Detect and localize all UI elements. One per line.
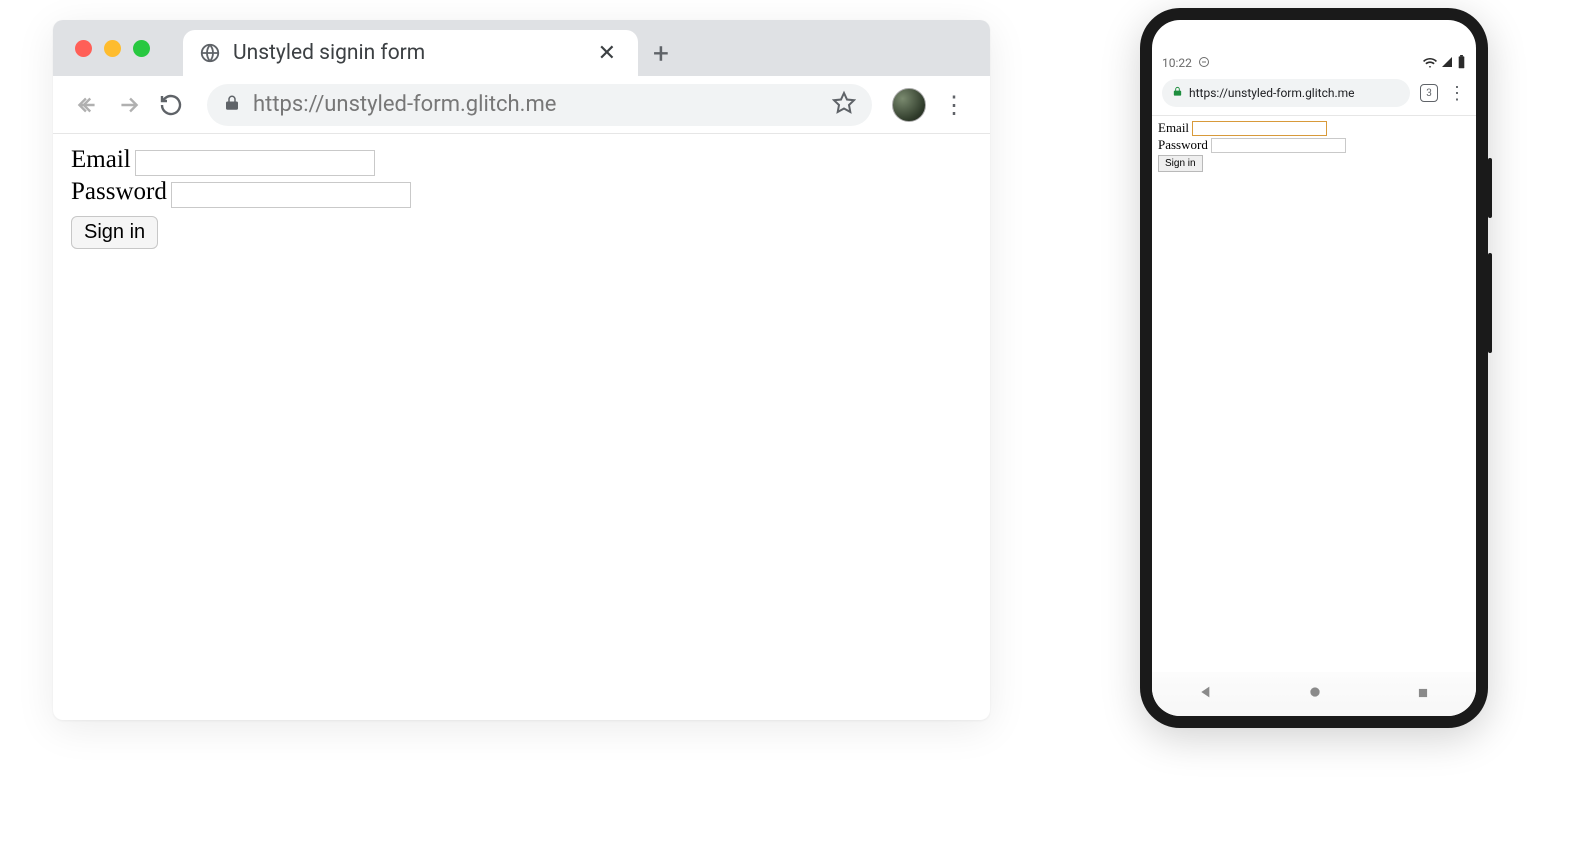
url-text: https://unstyled-form.glitch.me	[253, 92, 556, 117]
forward-button[interactable]	[113, 89, 145, 121]
page-content: Email Password Sign in	[53, 134, 990, 263]
email-label: Email	[1158, 120, 1189, 136]
mobile-device: 10:22	[1140, 8, 1488, 728]
desktop-browser: Unstyled signin form ✕ + https://unstyle…	[53, 20, 990, 720]
close-tab-button[interactable]: ✕	[592, 41, 622, 66]
nav-home-button[interactable]	[1307, 684, 1323, 704]
window-close-button[interactable]	[75, 40, 92, 57]
email-label: Email	[71, 146, 131, 173]
profile-avatar[interactable]	[892, 88, 926, 122]
mobile-address-bar[interactable]: https://unstyled-form.glitch.me	[1162, 79, 1410, 107]
mobile-page-content: Email Password Sign in	[1152, 116, 1476, 177]
do-not-disturb-icon	[1198, 56, 1210, 71]
window-minimize-button[interactable]	[104, 40, 121, 57]
mobile-screen: 10:22	[1152, 20, 1476, 716]
mobile-toolbar: https://unstyled-form.glitch.me 3 ⋮	[1152, 76, 1476, 116]
address-bar[interactable]: https://unstyled-form.glitch.me	[207, 84, 872, 126]
overflow-menu-icon[interactable]: ⋮	[936, 91, 972, 119]
wifi-icon	[1423, 56, 1437, 71]
status-bar: 10:22	[1152, 50, 1476, 76]
email-field[interactable]	[1192, 121, 1327, 136]
battery-icon	[1457, 55, 1466, 72]
signal-icon	[1441, 56, 1453, 71]
new-tab-button[interactable]: +	[638, 30, 684, 76]
nav-back-button[interactable]	[1198, 684, 1214, 704]
browser-toolbar: https://unstyled-form.glitch.me ⋮	[53, 76, 990, 134]
password-field[interactable]	[171, 182, 411, 208]
tab-count-button[interactable]: 3	[1420, 84, 1438, 102]
mobile-url-text: https://unstyled-form.glitch.me	[1189, 86, 1355, 100]
back-button[interactable]	[71, 89, 103, 121]
reload-button[interactable]	[155, 89, 187, 121]
browser-tab[interactable]: Unstyled signin form ✕	[183, 30, 638, 76]
lock-icon	[223, 94, 241, 116]
tab-strip: Unstyled signin form ✕ +	[53, 20, 990, 76]
nav-recent-button[interactable]	[1416, 685, 1430, 704]
password-label: Password	[71, 178, 167, 205]
status-time: 10:22	[1162, 56, 1192, 70]
signin-button[interactable]: Sign in	[71, 216, 158, 249]
window-controls	[75, 40, 150, 57]
android-nav-bar	[1152, 672, 1476, 716]
bookmark-star-icon[interactable]	[832, 90, 856, 120]
signin-button[interactable]: Sign in	[1158, 155, 1203, 172]
window-maximize-button[interactable]	[133, 40, 150, 57]
email-field[interactable]	[135, 150, 375, 176]
password-label: Password	[1158, 137, 1208, 153]
overflow-menu-icon[interactable]: ⋮	[1448, 83, 1466, 104]
password-field[interactable]	[1211, 138, 1346, 153]
lock-icon	[1172, 86, 1183, 100]
globe-icon	[199, 42, 221, 64]
tab-title: Unstyled signin form	[233, 41, 580, 65]
